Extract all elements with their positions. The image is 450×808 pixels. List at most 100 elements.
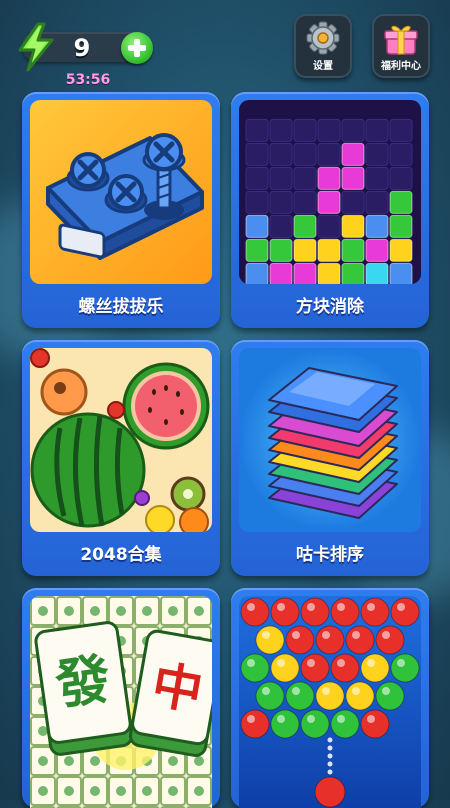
aim-dot bbox=[327, 737, 333, 743]
bubble bbox=[240, 709, 270, 739]
game-title: 2048合集 bbox=[80, 545, 162, 565]
bubble bbox=[360, 653, 390, 683]
game-card-2048[interactable]: 2048合集 bbox=[22, 340, 220, 576]
empty-cell bbox=[269, 166, 293, 190]
bubble-highlight bbox=[367, 659, 375, 667]
mahjong-tile-glyph: 中 bbox=[148, 656, 207, 722]
empty-cell bbox=[293, 166, 317, 190]
bubble bbox=[300, 709, 330, 739]
energy-count: 9 bbox=[73, 34, 91, 62]
empty-cell bbox=[365, 142, 389, 166]
mahjong-tile-glyph: 發 bbox=[51, 647, 114, 717]
rewards-center-button[interactable]: 福利中心 bbox=[372, 14, 430, 78]
game-card-bubble-shooter[interactable] bbox=[231, 588, 429, 808]
bubble bbox=[330, 597, 360, 627]
block-cell bbox=[317, 238, 341, 262]
empty-cell bbox=[389, 166, 413, 190]
bubble-highlight bbox=[382, 631, 390, 639]
bubble-highlight bbox=[337, 715, 345, 723]
block-cell bbox=[293, 262, 317, 284]
block-cell bbox=[245, 214, 269, 238]
block-cell bbox=[317, 262, 341, 284]
bubble bbox=[300, 597, 330, 627]
empty-cell bbox=[245, 118, 269, 142]
bubble-highlight bbox=[307, 659, 315, 667]
energy-timer: 53:56 bbox=[65, 72, 111, 88]
block-cell bbox=[341, 238, 365, 262]
game-title bbox=[231, 772, 429, 802]
block-cell bbox=[389, 262, 413, 284]
game-title bbox=[22, 772, 220, 802]
empty-cell bbox=[293, 118, 317, 142]
gear-icon bbox=[306, 21, 340, 55]
game-card-mahjong[interactable]: 發 中 bbox=[22, 588, 220, 808]
block-cell bbox=[245, 262, 269, 284]
bubble-highlight bbox=[307, 715, 315, 723]
fruit-merge-art bbox=[30, 348, 212, 532]
game-card-block-puzzle[interactable]: 方块消除 bbox=[231, 92, 429, 328]
bubble-highlight bbox=[337, 603, 345, 611]
bubble-highlight bbox=[322, 687, 330, 695]
block-cell bbox=[317, 190, 341, 214]
block-puzzle-art bbox=[239, 100, 421, 284]
bubble-highlight bbox=[277, 603, 285, 611]
bubble-highlight bbox=[292, 631, 300, 639]
game-title: 螺丝拔拔乐 bbox=[78, 297, 164, 317]
bubble bbox=[285, 625, 315, 655]
game-card-card-sort[interactable]: 咕卡排序 bbox=[231, 340, 429, 576]
bubble-highlight bbox=[367, 715, 375, 723]
bubble bbox=[330, 653, 360, 683]
bubble bbox=[270, 653, 300, 683]
bubble-highlight bbox=[247, 603, 255, 611]
bubble bbox=[315, 625, 345, 655]
block-cell bbox=[269, 262, 293, 284]
block-cell bbox=[245, 238, 269, 262]
game-title: 方块消除 bbox=[296, 297, 364, 317]
empty-cell bbox=[365, 118, 389, 142]
empty-cell bbox=[341, 190, 365, 214]
card-sort-art bbox=[239, 348, 421, 532]
bubble bbox=[360, 709, 390, 739]
empty-cell bbox=[269, 118, 293, 142]
add-energy-button[interactable] bbox=[121, 32, 153, 64]
bubble-highlight bbox=[352, 687, 360, 695]
block-cell bbox=[389, 190, 413, 214]
block-cell bbox=[365, 238, 389, 262]
bubble-highlight bbox=[262, 687, 270, 695]
block-cell bbox=[341, 214, 365, 238]
bubble-highlight bbox=[352, 631, 360, 639]
bubble bbox=[345, 681, 375, 711]
bubble bbox=[270, 709, 300, 739]
empty-cell bbox=[245, 190, 269, 214]
bubble-highlight bbox=[277, 715, 285, 723]
empty-cell bbox=[365, 190, 389, 214]
bubble bbox=[390, 653, 420, 683]
bubble bbox=[345, 625, 375, 655]
empty-cell bbox=[365, 166, 389, 190]
empty-cell bbox=[245, 166, 269, 190]
empty-cell bbox=[269, 142, 293, 166]
bubble bbox=[285, 681, 315, 711]
settings-button[interactable]: 设置 bbox=[294, 14, 352, 78]
block-cell bbox=[317, 166, 341, 190]
lightning-icon bbox=[18, 22, 54, 72]
settings-label: 设置 bbox=[313, 61, 333, 72]
game-card-screw-puzzle[interactable]: 螺丝拔拔乐 bbox=[22, 92, 220, 328]
empty-cell bbox=[245, 142, 269, 166]
aim-dot bbox=[327, 745, 333, 751]
bubble bbox=[375, 625, 405, 655]
bubble bbox=[255, 625, 285, 655]
bubble bbox=[255, 681, 285, 711]
empty-cell bbox=[293, 142, 317, 166]
block-cell bbox=[293, 238, 317, 262]
bubble-highlight bbox=[277, 659, 285, 667]
block-cell bbox=[269, 238, 293, 262]
empty-cell bbox=[317, 118, 341, 142]
bubble bbox=[315, 681, 345, 711]
block-cell bbox=[341, 142, 365, 166]
empty-cell bbox=[341, 118, 365, 142]
bubble bbox=[270, 597, 300, 627]
empty-cell bbox=[269, 190, 293, 214]
bubble-highlight bbox=[367, 603, 375, 611]
bubble-highlight bbox=[262, 631, 270, 639]
